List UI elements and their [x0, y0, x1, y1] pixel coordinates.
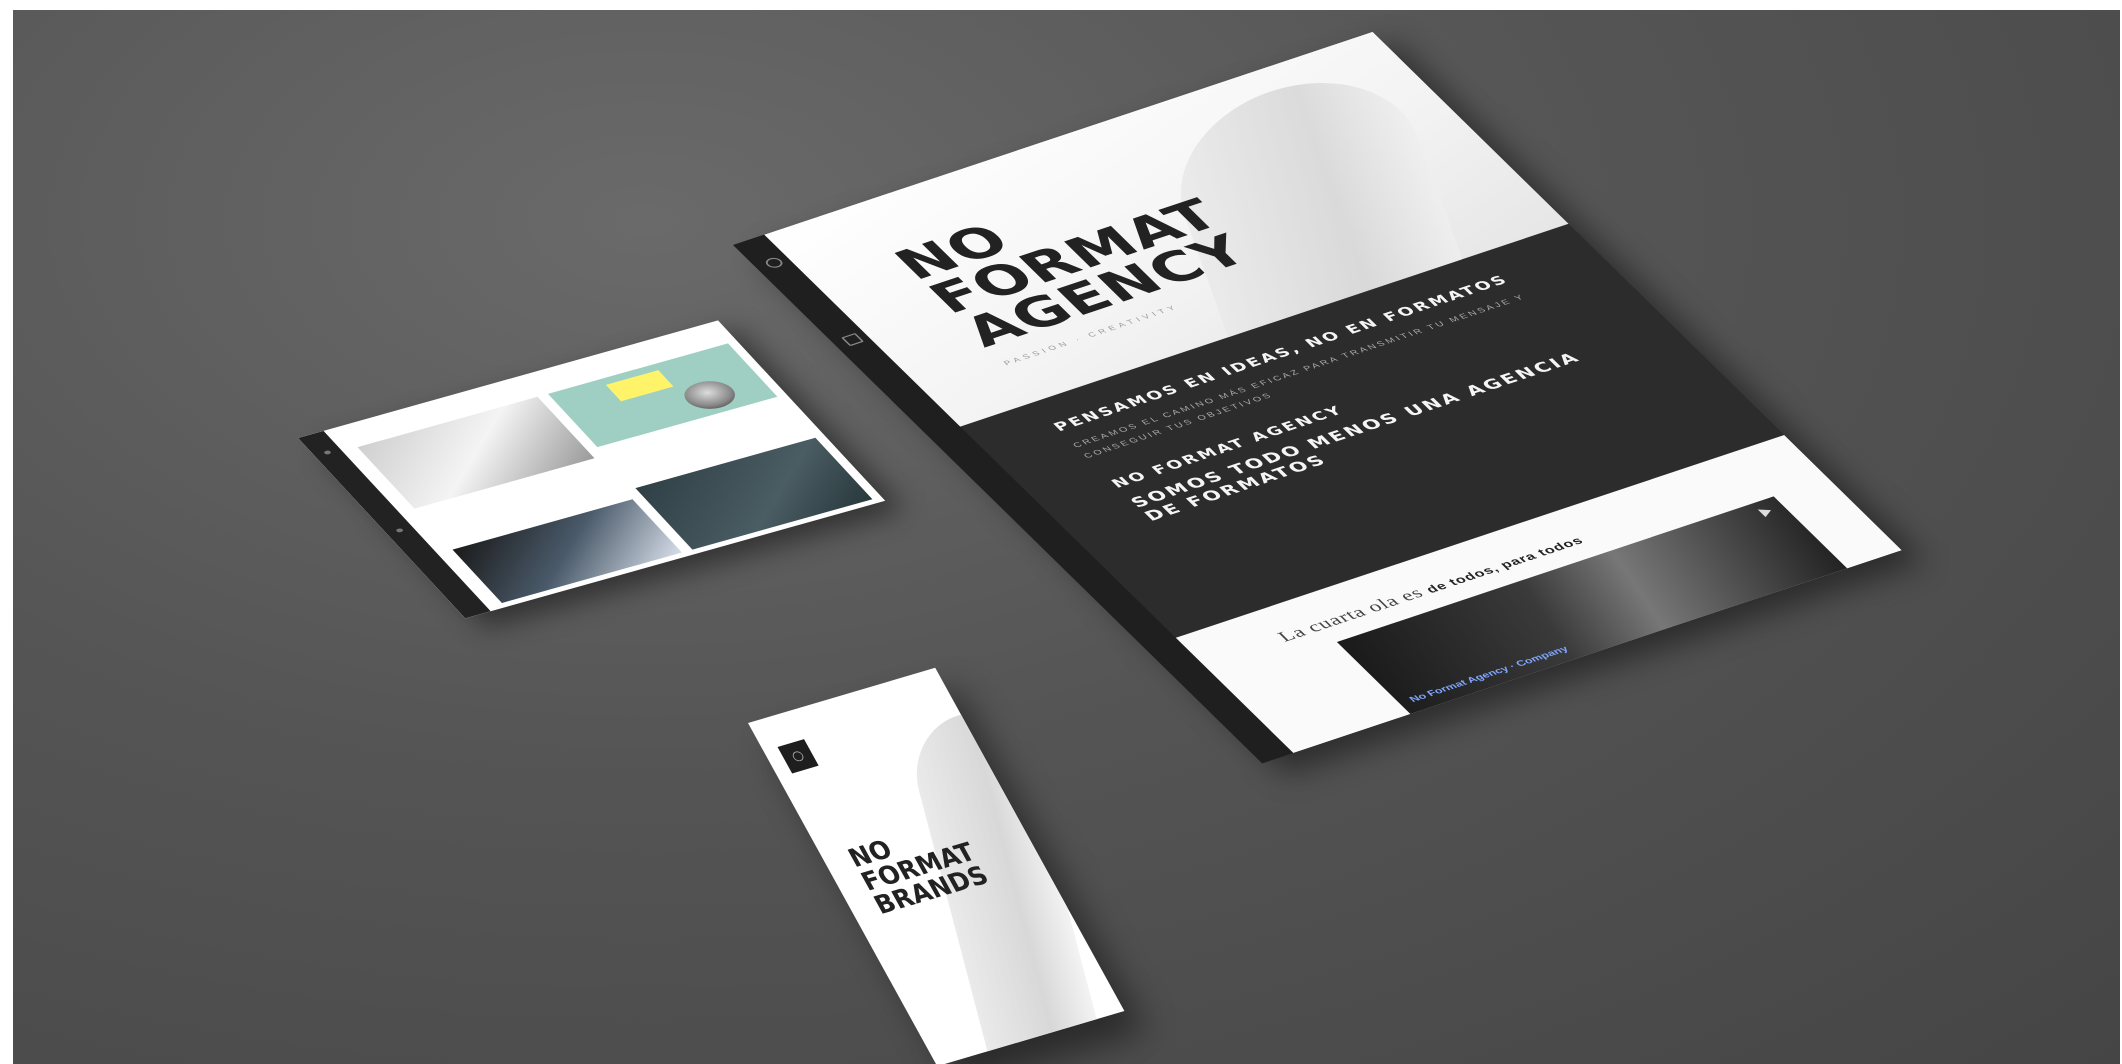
nav-dot-icon[interactable] — [395, 527, 405, 533]
blog-card-image-2[interactable] — [548, 343, 778, 448]
menu-button[interactable] — [777, 739, 819, 774]
card-badge — [605, 370, 674, 402]
phone-mockup: NO FORMAT BRANDS — [748, 667, 1125, 1064]
logo-icon — [790, 750, 806, 763]
video-title-link[interactable]: No Format Agency · Company — [1407, 644, 1571, 704]
play-icon[interactable] — [1757, 506, 1775, 518]
menu-icon[interactable] — [841, 332, 864, 347]
section-title: SOMOS TODO MENOS UNA AGENCIA DE FORMATOS — [1126, 349, 1585, 525]
blog-card-image-3[interactable] — [452, 499, 682, 603]
avatar — [675, 376, 744, 414]
mockup-scene: NO FORMAT AGENCY PASSION · CREATIVITY PE… — [13, 10, 2120, 1064]
menu-icon[interactable] — [322, 449, 332, 455]
tablet-mockup — [298, 320, 886, 619]
blog-card-image-1[interactable] — [357, 396, 595, 509]
blog-card-image-4[interactable] — [635, 437, 873, 550]
desktop-mockup: NO FORMAT AGENCY PASSION · CREATIVITY PE… — [733, 31, 1902, 764]
logo-icon[interactable] — [762, 256, 786, 270]
